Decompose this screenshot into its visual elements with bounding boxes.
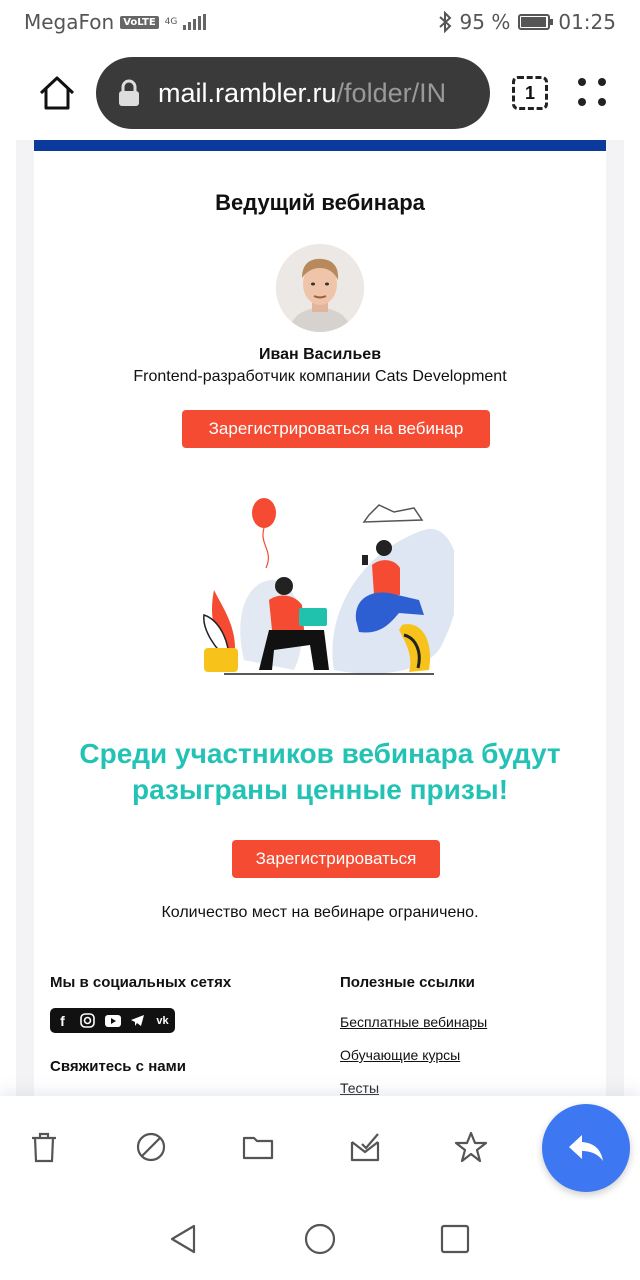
register-webinar-button[interactable]: Зарегистрироваться на вебинар <box>182 410 490 448</box>
register-button[interactable]: Зарегистрироваться <box>232 840 440 878</box>
limited-seats-note: Количество мест на вебинаре ограничено. <box>161 904 479 921</box>
clock: 01:25 <box>558 10 616 34</box>
home-nav-icon[interactable] <box>303 1222 337 1256</box>
youtube-icon[interactable] <box>100 1008 125 1033</box>
delete-icon[interactable] <box>27 1130 61 1164</box>
mark-read-icon[interactable] <box>348 1130 382 1164</box>
social-icons: f vk <box>50 1008 175 1034</box>
battery-percent: 95 % <box>459 10 511 34</box>
browser-menu-icon[interactable] <box>578 78 608 108</box>
tab-count: 1 <box>524 82 535 103</box>
folder-icon[interactable] <box>241 1130 275 1164</box>
url-text: mail.rambler.ru/folder/IN <box>158 77 447 108</box>
mail-action-bar <box>0 1096 640 1200</box>
tabs-button[interactable]: 1 <box>512 76 548 110</box>
system-nav-bar <box>0 1200 640 1280</box>
host-role: Frontend-разработчик компании Cats Devel… <box>133 368 507 385</box>
volte-badge: VoLTE <box>120 15 159 29</box>
links-title: Полезные ссылки <box>340 974 475 991</box>
carrier-label: MegaFon <box>24 10 115 34</box>
webinar-illustration <box>203 498 454 675</box>
lock-icon <box>119 79 139 106</box>
battery-icon <box>518 14 554 30</box>
spam-icon[interactable] <box>134 1130 168 1164</box>
contact-title: Свяжитесь с нами <box>50 1058 186 1075</box>
facebook-icon[interactable]: f <box>50 1008 75 1033</box>
reply-button[interactable] <box>542 1104 630 1192</box>
reply-icon <box>569 1135 603 1161</box>
instagram-icon[interactable] <box>75 1008 100 1033</box>
status-bar: MegaFon VoLTE 4G 95 % 01:25 <box>0 0 640 44</box>
link-tests[interactable]: Тесты <box>340 1080 379 1096</box>
host-section-title: Ведущий вебинара <box>215 190 425 215</box>
host-name: Иван Васильев <box>258 346 382 363</box>
address-bar[interactable]: mail.rambler.ru/folder/IN <box>96 57 490 129</box>
back-icon[interactable] <box>166 1222 200 1256</box>
vk-icon[interactable]: vk <box>150 1008 175 1033</box>
link-courses[interactable]: Обучающие курсы <box>340 1047 460 1063</box>
prizes-heading: Среди участников вебинара будут разыгран… <box>79 738 561 805</box>
telegram-icon[interactable] <box>125 1008 150 1033</box>
star-icon[interactable] <box>454 1130 488 1164</box>
browser-toolbar: mail.rambler.ru/folder/IN 1 <box>0 48 640 138</box>
email-body[interactable]: Ведущий вебинара Иван Васильев Frontend-… <box>16 140 624 1096</box>
network-type: 4G <box>164 16 178 27</box>
link-free-webinars[interactable]: Бесплатные вебинары <box>340 1014 487 1030</box>
social-title: Мы в социальных сетях <box>50 974 232 991</box>
email-card: Ведущий вебинара Иван Васильев Frontend-… <box>34 140 606 1096</box>
signal-icon <box>183 14 207 30</box>
home-icon[interactable] <box>38 74 76 112</box>
recents-icon[interactable] <box>438 1222 472 1256</box>
header-strip <box>34 140 606 151</box>
host-avatar <box>276 244 364 332</box>
bluetooth-icon <box>438 11 451 33</box>
